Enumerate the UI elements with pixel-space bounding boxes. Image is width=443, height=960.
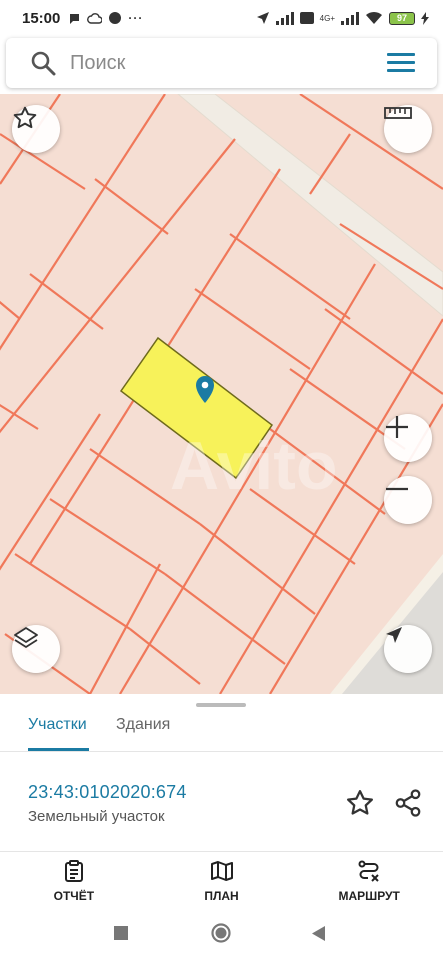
network-type: 4G+ [319, 13, 335, 23]
my-location-button[interactable] [384, 625, 432, 673]
notification-icons: ··· [68, 11, 143, 25]
search-header [0, 36, 443, 94]
tab-bar: Участки Здания [0, 706, 443, 752]
map-canvas[interactable]: Avito [0, 94, 443, 694]
signal-icon [275, 11, 294, 25]
parcel-type: Земельный участок [28, 808, 165, 825]
report-label: ОТЧЁТ [53, 889, 95, 903]
battery-level: 97 [396, 13, 407, 23]
ruler-icon [384, 107, 412, 119]
report-button[interactable]: ОТЧЁТ [0, 852, 148, 910]
search-input[interactable] [70, 51, 360, 75]
recent-apps-icon[interactable] [114, 926, 128, 940]
parcel-card[interactable]: 23:43:0102020:674 Земельный участок [0, 752, 443, 852]
share-icon[interactable] [393, 788, 423, 818]
ruler-button[interactable] [384, 105, 432, 153]
plan-label: ПЛАН [204, 889, 239, 903]
map-icon [210, 861, 233, 881]
chat-icon [70, 13, 80, 24]
status-right: 4G+ 97 [256, 11, 429, 25]
search-bar[interactable] [6, 38, 437, 88]
signal-icon-2 [341, 11, 359, 25]
report-icon [64, 860, 83, 882]
route-icon [358, 860, 379, 882]
star-icon [13, 106, 37, 129]
cadastral-number[interactable]: 23:43:0102020:674 [28, 782, 187, 803]
star-icon[interactable] [345, 788, 375, 818]
zoom-out-button[interactable] [384, 476, 432, 524]
more-notifications-icon: ··· [128, 11, 144, 25]
layers-button[interactable] [12, 625, 60, 673]
tab-parcels[interactable]: Участки [28, 716, 87, 734]
tab-buildings[interactable]: Здания [116, 716, 170, 734]
route-label: МАРШРУТ [338, 889, 400, 903]
menu-icon[interactable] [387, 52, 417, 74]
volte-icon [299, 12, 314, 24]
system-nav-bar [0, 910, 443, 960]
back-icon[interactable] [312, 926, 326, 941]
route-button[interactable]: МАРШРУТ [295, 852, 443, 910]
status-time: 15:00 [22, 9, 61, 27]
home-icon[interactable] [211, 923, 231, 943]
battery-icon: 97 [389, 11, 415, 25]
map-view[interactable]: Avito [0, 94, 443, 694]
plus-icon [386, 416, 408, 438]
minus-icon [386, 487, 408, 491]
charging-icon [421, 11, 429, 25]
layers-icon [14, 627, 38, 648]
location-arrow-icon [256, 12, 269, 24]
zoom-in-button[interactable] [384, 414, 432, 462]
action-bar: ОТЧЁТ ПЛАН МАРШРУТ [0, 852, 443, 910]
navigation-arrow-icon [386, 627, 402, 643]
plan-button[interactable]: ПЛАН [148, 852, 296, 910]
tab-indicator [28, 748, 89, 751]
wifi-icon [366, 11, 382, 24]
status-bar: 15:00 ··· 4G+ 97 [0, 0, 443, 36]
cloud-icon [87, 12, 103, 24]
watermark: Avito [170, 428, 337, 504]
search-icon[interactable] [30, 50, 56, 76]
favorites-button[interactable] [12, 105, 60, 153]
sbb-icon [109, 12, 122, 24]
